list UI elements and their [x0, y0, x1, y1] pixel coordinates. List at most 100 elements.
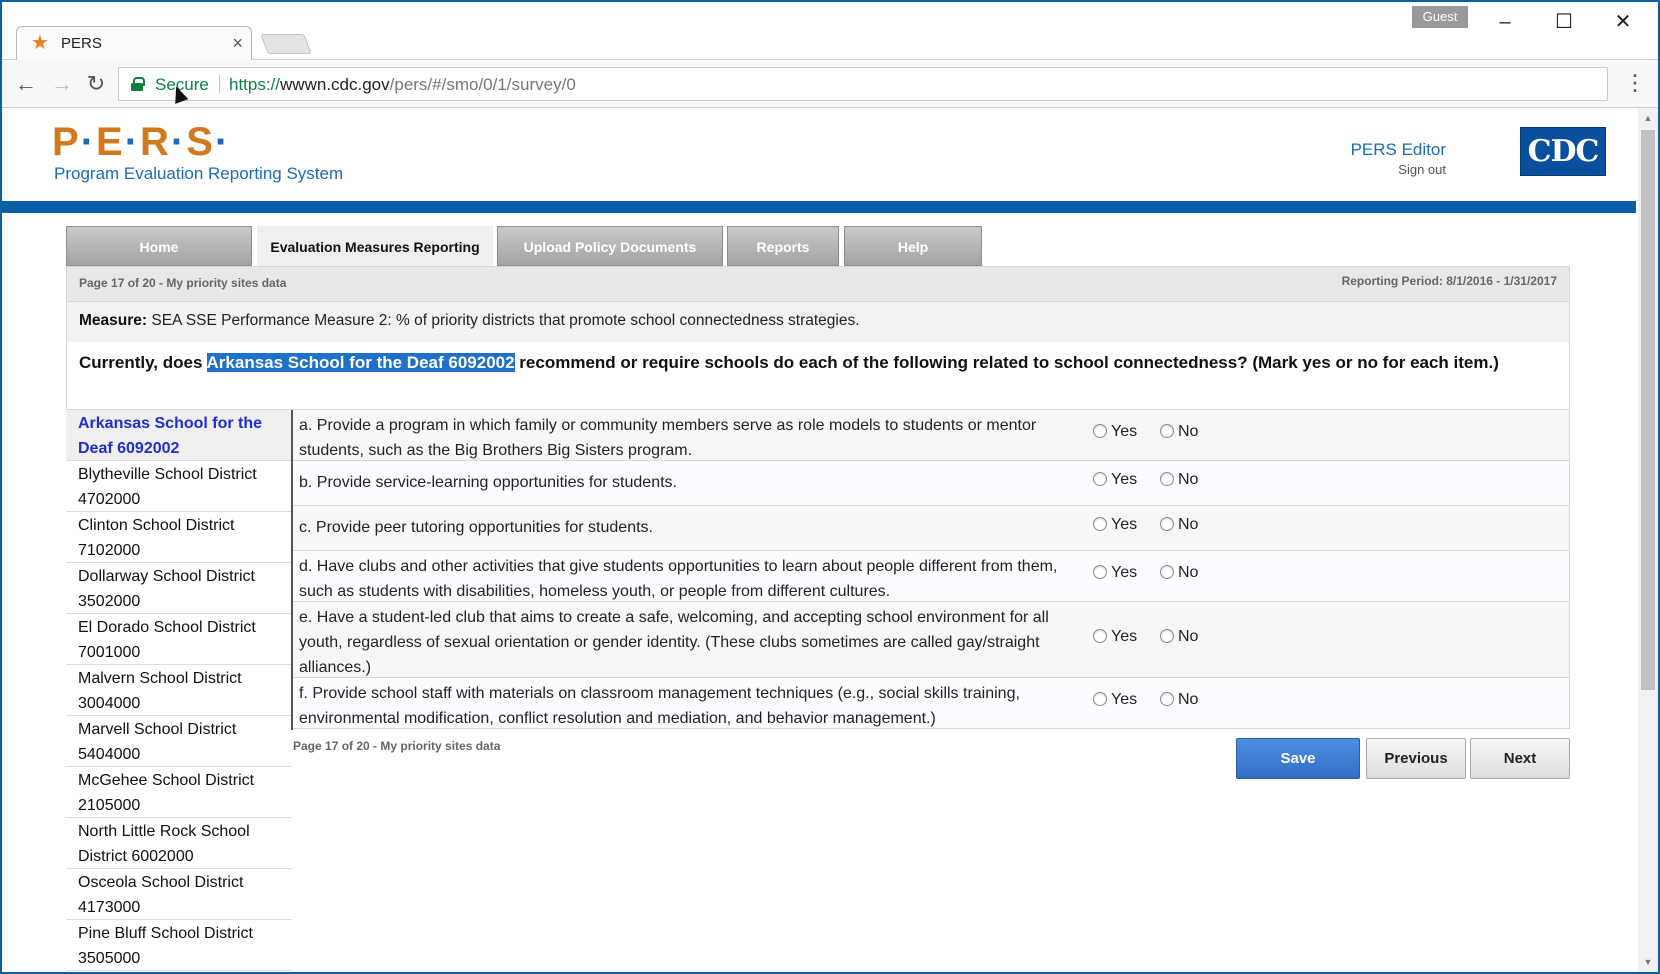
site-item[interactable]: Blytheville School District 4702000 — [66, 461, 292, 512]
survey-item-text: d. Have clubs and other activities that … — [299, 558, 1058, 600]
yes-label: Yes — [1111, 423, 1138, 440]
no-radio[interactable] — [1160, 424, 1174, 438]
profile-badge[interactable]: Guest — [1412, 6, 1468, 28]
maximize-icon[interactable]: ☐ — [1541, 8, 1587, 36]
site-item[interactable]: Marvell School District 5404000 — [66, 716, 292, 767]
next-button[interactable]: Next — [1470, 738, 1570, 779]
user-role-link[interactable]: PERS Editor — [1351, 140, 1446, 160]
yes-option[interactable]: Yes — [1093, 564, 1137, 588]
yes-radio[interactable] — [1093, 472, 1107, 486]
survey-item-row: e. Have a student-led club that aims to … — [293, 602, 1569, 678]
url-host: wwwn.cdc.gov — [280, 75, 390, 94]
omnibox-separator — [219, 74, 220, 94]
page-viewport: P·E·R·S· Program Evaluation Reporting Sy… — [0, 108, 1636, 974]
no-radio[interactable] — [1160, 565, 1174, 579]
logo-subtitle: Program Evaluation Reporting System — [54, 164, 344, 183]
pers-logo[interactable]: P·E·R·S· — [52, 120, 230, 165]
survey-item-text: b. Provide service-learning opportunitie… — [299, 474, 677, 491]
lock-icon — [131, 77, 145, 91]
tab-evaluation-measures-reporting[interactable]: Evaluation Measures Reporting — [257, 226, 493, 266]
cdc-logo[interactable]: CDC — [1520, 127, 1606, 176]
back-icon[interactable]: ← — [12, 70, 40, 98]
no-radio[interactable] — [1160, 692, 1174, 706]
survey-item-text: c. Provide peer tutoring opportunities f… — [299, 519, 653, 536]
yes-option[interactable]: Yes — [1093, 628, 1137, 652]
survey-item-text: a. Provide a program in which family or … — [299, 417, 1037, 459]
yes-radio[interactable] — [1093, 424, 1107, 438]
logo-letter: P — [52, 120, 81, 164]
no-label: No — [1178, 627, 1199, 645]
yes-option[interactable]: Yes — [1093, 423, 1137, 447]
close-window-icon[interactable]: ✕ — [1600, 8, 1646, 36]
forward-icon[interactable]: → — [48, 70, 76, 98]
close-tab-icon[interactable]: × — [232, 33, 243, 54]
reload-icon[interactable]: ↻ — [82, 70, 110, 98]
site-item[interactable]: Dollarway School District 3502000 — [66, 563, 292, 614]
site-item[interactable]: Arkansas School for the Deaf 6092002 — [66, 410, 292, 461]
yes-label: Yes — [1111, 691, 1138, 708]
tab-home[interactable]: Home — [66, 226, 252, 266]
star-favicon-icon: ★ — [31, 32, 49, 54]
no-radio[interactable] — [1160, 517, 1174, 531]
tab-title: PERS — [61, 35, 102, 52]
yes-option[interactable]: Yes — [1093, 691, 1137, 715]
survey-panel: Page 17 of 20 - My priority sites data R… — [66, 266, 1570, 410]
survey-item-text: f. Provide school staff with materials o… — [299, 685, 1020, 727]
reporting-period: Reporting Period: 8/1/2016 - 1/31/2017 — [1341, 274, 1557, 288]
site-item[interactable]: El Dorado School District 7001000 — [66, 614, 292, 665]
tab-help[interactable]: Help — [844, 226, 982, 266]
page-scrollbar[interactable]: ▲ ▼ — [1638, 108, 1658, 972]
no-radio[interactable] — [1160, 628, 1174, 643]
yes-label: Yes — [1111, 564, 1138, 581]
tab-upload-policy-documents[interactable]: Upload Policy Documents — [497, 226, 723, 266]
page-indicator-bottom: Page 17 of 20 - My priority sites data — [293, 739, 501, 753]
question-site-highlight: Arkansas School for the Deaf 6092002 — [206, 353, 515, 372]
survey-item-row: b. Provide service-learning opportunitie… — [293, 461, 1569, 506]
site-item[interactable]: Pine Bluff School District 3505000 — [66, 920, 292, 971]
browser-menu-icon[interactable]: ⋮ — [1624, 70, 1646, 96]
no-option[interactable]: No — [1160, 516, 1198, 540]
sign-out-link[interactable]: Sign out — [1398, 162, 1446, 177]
yes-radio[interactable] — [1093, 565, 1107, 579]
site-item[interactable]: North Little Rock School District 600200… — [66, 818, 292, 869]
site-item[interactable]: McGehee School District 2105000 — [66, 767, 292, 818]
site-item[interactable]: Malvern School District 3004000 — [66, 665, 292, 716]
address-bar[interactable]: Secure https://wwwn.cdc.gov/pers/#/smo/0… — [118, 67, 1608, 101]
no-option[interactable]: No — [1160, 423, 1198, 447]
survey-items: a. Provide a program in which family or … — [293, 410, 1570, 729]
measure-text: SEA SSE Performance Measure 2: % of prio… — [151, 312, 860, 329]
scroll-down-icon[interactable]: ▼ — [1638, 952, 1658, 972]
no-option[interactable]: No — [1160, 691, 1198, 715]
no-label: No — [1178, 564, 1199, 581]
save-button[interactable]: Save — [1236, 738, 1360, 779]
site-item[interactable]: Osceola School District 4173000 — [66, 869, 292, 920]
page-info-bar: Page 17 of 20 - My priority sites data R… — [66, 266, 1570, 302]
new-tab-button[interactable] — [260, 34, 312, 54]
yes-radio[interactable] — [1093, 628, 1107, 643]
browser-tab[interactable]: ★ PERS × — [16, 26, 252, 62]
logo-letter: E — [96, 120, 125, 164]
header-band — [0, 201, 1636, 213]
no-option[interactable]: No — [1160, 628, 1198, 652]
logo-letter: R — [140, 120, 171, 164]
yes-label: Yes — [1111, 471, 1138, 488]
site-item[interactable]: Clinton School District 7102000 — [66, 512, 292, 563]
yes-option[interactable]: Yes — [1093, 516, 1137, 540]
previous-button[interactable]: Previous — [1366, 738, 1466, 779]
survey-item-row: a. Provide a program in which family or … — [293, 410, 1569, 461]
yes-radio[interactable] — [1093, 692, 1107, 706]
no-option[interactable]: No — [1160, 471, 1198, 495]
browser-toolbar: ← → ↻ Secure https://wwwn.cdc.gov/pers/#… — [0, 60, 1660, 108]
scroll-thumb[interactable] — [1641, 130, 1655, 690]
scroll-up-icon[interactable]: ▲ — [1638, 108, 1658, 128]
no-label: No — [1178, 516, 1199, 533]
url-text[interactable]: https://wwwn.cdc.gov/pers/#/smo/0/1/surv… — [229, 75, 576, 95]
yes-option[interactable]: Yes — [1093, 471, 1137, 495]
question-text: Currently, does Arkansas School for the … — [66, 342, 1570, 410]
tab-reports[interactable]: Reports — [727, 226, 839, 266]
yes-radio[interactable] — [1093, 517, 1107, 531]
no-option[interactable]: No — [1160, 564, 1198, 588]
no-radio[interactable] — [1160, 472, 1174, 486]
survey-item-text: e. Have a student-led club that aims to … — [299, 609, 1049, 676]
minimize-icon[interactable]: – — [1482, 8, 1528, 36]
